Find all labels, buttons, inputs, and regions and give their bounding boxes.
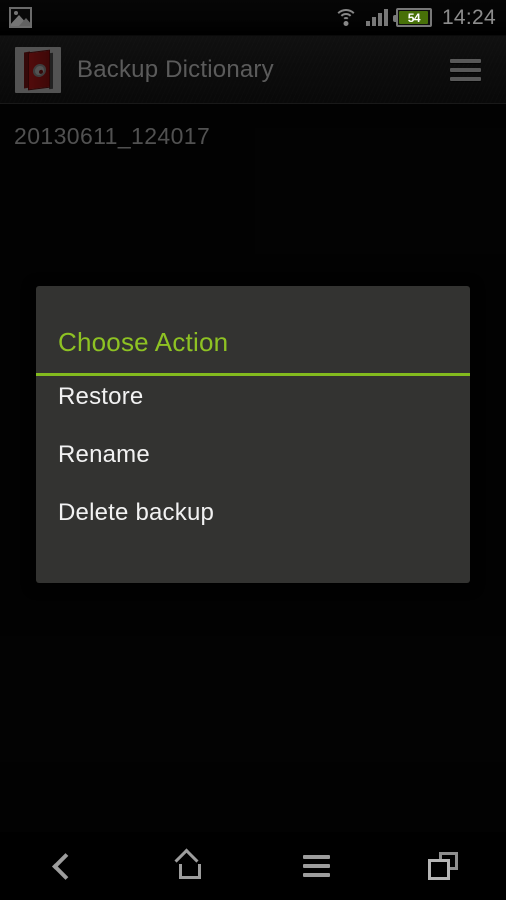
- home-icon: [174, 848, 205, 881]
- nav-recents-button[interactable]: [380, 832, 506, 900]
- menu-icon: [302, 855, 330, 877]
- dialog-options-list: Restore Rename Delete backup: [36, 358, 470, 542]
- dialog-option-rename[interactable]: Rename: [36, 426, 470, 484]
- nav-back-button[interactable]: [0, 832, 127, 900]
- nav-home-button[interactable]: [127, 832, 254, 900]
- navigation-bar: [0, 832, 506, 900]
- back-chevron-icon: [52, 852, 80, 880]
- dialog-title: Choose Action: [58, 327, 229, 357]
- recent-apps-icon: [427, 852, 458, 880]
- dialog-option-delete-backup[interactable]: Delete backup: [36, 484, 470, 542]
- dialog-option-restore[interactable]: Restore: [36, 368, 470, 426]
- android-screen: 54 14:24 Backup Dictionary 20130611_1240…: [0, 0, 506, 900]
- nav-menu-button[interactable]: [253, 832, 380, 900]
- choose-action-dialog: Choose Action Restore Rename Delete back…: [36, 286, 470, 583]
- battery-level-label: 54: [407, 10, 421, 25]
- dialog-title-divider: [36, 373, 470, 376]
